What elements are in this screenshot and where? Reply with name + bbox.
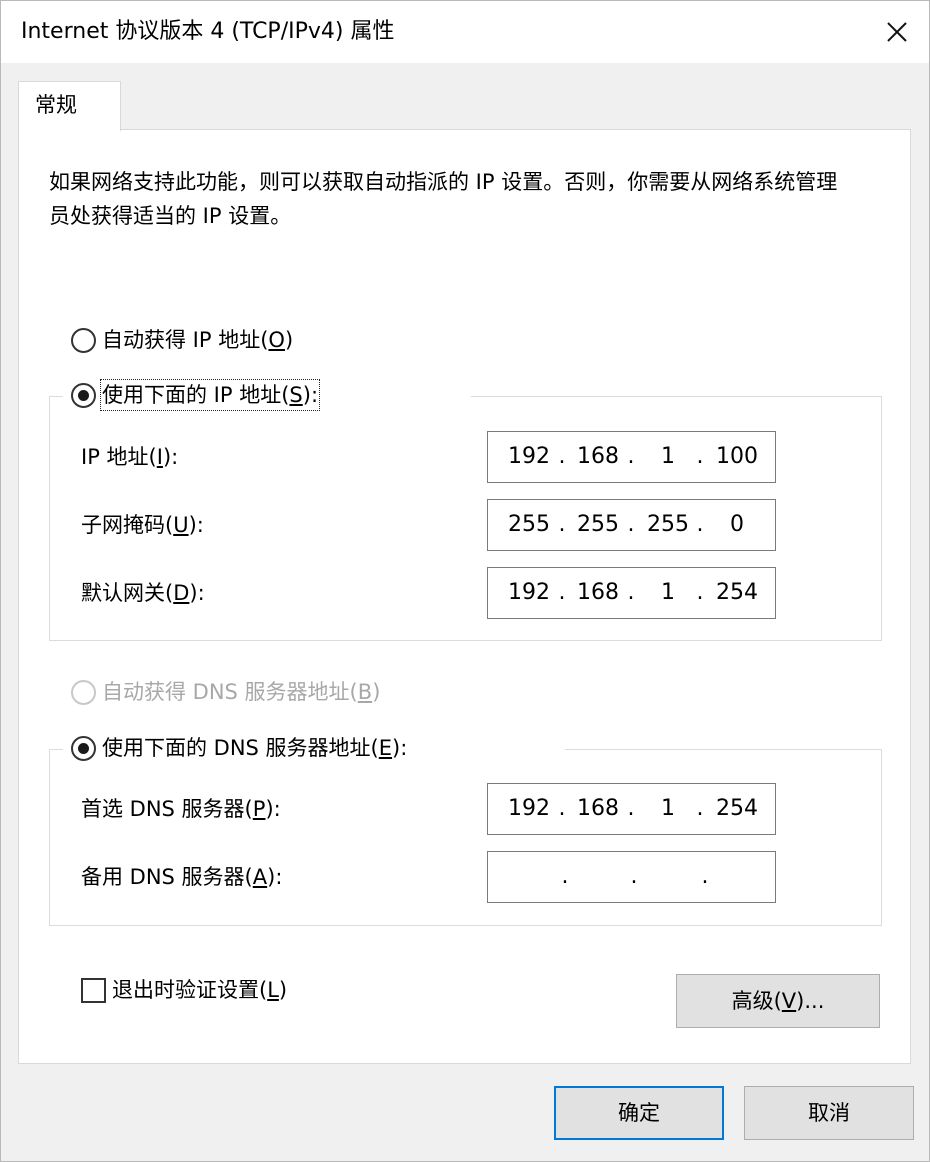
ok-button[interactable]: 确定 bbox=[554, 1086, 724, 1140]
ip-segment: 254 bbox=[716, 796, 758, 821]
tab-general[interactable]: 常规 bbox=[18, 81, 121, 131]
validate-checkbox-label: 退出时验证设置(L) bbox=[112, 978, 288, 1002]
window-title: Internet 协议版本 4 (TCP/IPv4) 属性 bbox=[21, 19, 395, 44]
ip-dot: . bbox=[627, 580, 635, 605]
ip-dot: . bbox=[558, 580, 566, 605]
subnet-mask-label: 子网掩码(U): bbox=[81, 513, 204, 537]
ip-address-label: IP 地址(I): bbox=[81, 445, 179, 469]
ip-segment: 0 bbox=[730, 512, 744, 537]
ip-segment: 255 bbox=[508, 512, 550, 537]
subnet-mask-input[interactable]: 255 . 255 . 255 . 0 bbox=[487, 499, 776, 551]
advanced-button-label: 高级(V)... bbox=[731, 989, 825, 1013]
auto-dns-radio[interactable]: 自动获得 DNS 服务器地址(B) bbox=[71, 678, 380, 706]
validate-checkbox-box bbox=[81, 977, 106, 1003]
auto-ip-radio-circle bbox=[71, 327, 96, 353]
ip-segment: 192 bbox=[508, 580, 550, 605]
manual-dns-radio[interactable]: 使用下面的 DNS 服务器地址(E): bbox=[71, 734, 407, 762]
preferred-dns-label: 首选 DNS 服务器(P): bbox=[81, 797, 281, 821]
ip-dot: . bbox=[701, 864, 709, 889]
title-bar[interactable]: Internet 协议版本 4 (TCP/IPv4) 属性 bbox=[1, 1, 929, 63]
auto-ip-radio[interactable]: 自动获得 IP 地址(O) bbox=[71, 326, 293, 354]
ip-segment: 1 bbox=[661, 580, 675, 605]
default-gateway-input[interactable]: 192 . 168 . 1 . 254 bbox=[487, 567, 776, 619]
description-text: 如果网络支持此功能，则可以获取自动指派的 IP 设置。否则，你需要从网络系统管理… bbox=[49, 170, 838, 228]
ip-segment: 192 bbox=[508, 444, 550, 469]
auto-dns-label: 自动获得 DNS 服务器地址(B) bbox=[102, 680, 381, 704]
validate-on-exit-checkbox[interactable]: 退出时验证设置(L) bbox=[81, 976, 287, 1004]
ip-dot: . bbox=[696, 580, 704, 605]
ip-segment: 255 bbox=[647, 512, 689, 537]
advanced-button[interactable]: 高级(V)... bbox=[676, 974, 880, 1028]
ip-dot: . bbox=[630, 864, 638, 889]
cancel-button[interactable]: 取消 bbox=[744, 1086, 914, 1140]
manual-dns-label: 使用下面的 DNS 服务器地址(E): bbox=[102, 736, 408, 760]
dialog-window: Internet 协议版本 4 (TCP/IPv4) 属性 常规 如果网络支持此… bbox=[0, 0, 930, 1162]
ip-dot: . bbox=[627, 512, 635, 537]
ip-segment: 100 bbox=[716, 444, 758, 469]
ip-dot: . bbox=[558, 796, 566, 821]
ip-segment: 254 bbox=[716, 580, 758, 605]
manual-dns-radio-circle bbox=[71, 735, 96, 761]
ip-segment: 192 bbox=[508, 796, 550, 821]
preferred-dns-input[interactable]: 192 . 168 . 1 . 254 bbox=[487, 783, 776, 835]
ip-segment: 1 bbox=[661, 444, 675, 469]
ip-dot: . bbox=[558, 512, 566, 537]
ip-segment: 255 bbox=[577, 512, 619, 537]
close-button[interactable] bbox=[865, 1, 929, 63]
ip-segment: 168 bbox=[577, 580, 619, 605]
default-gateway-label: 默认网关(D): bbox=[81, 581, 205, 605]
auto-dns-radio-circle bbox=[71, 679, 96, 705]
manual-ip-radio[interactable]: 使用下面的 IP 地址(S): bbox=[71, 379, 321, 411]
ip-dot: . bbox=[696, 796, 704, 821]
auto-ip-label: 自动获得 IP 地址(O) bbox=[102, 328, 294, 352]
ip-segment: 168 bbox=[577, 796, 619, 821]
ip-address-input[interactable]: 192 . 168 . 1 . 100 bbox=[487, 431, 776, 483]
ip-dot: . bbox=[696, 444, 704, 469]
alternate-dns-label: 备用 DNS 服务器(A): bbox=[81, 865, 283, 889]
manual-ip-radio-circle bbox=[71, 382, 96, 408]
alternate-dns-input[interactable]: . . . bbox=[487, 851, 776, 903]
close-icon bbox=[887, 22, 907, 42]
ip-segment: 1 bbox=[661, 796, 675, 821]
ip-dot: . bbox=[696, 512, 704, 537]
ip-dot: . bbox=[558, 444, 566, 469]
ip-dot: . bbox=[627, 444, 635, 469]
ip-segment: 168 bbox=[577, 444, 619, 469]
ip-dot: . bbox=[561, 864, 569, 889]
manual-ip-label: 使用下面的 IP 地址(S): bbox=[99, 379, 321, 411]
ip-dot: . bbox=[627, 796, 635, 821]
tab-general-label: 常规 bbox=[35, 93, 77, 117]
